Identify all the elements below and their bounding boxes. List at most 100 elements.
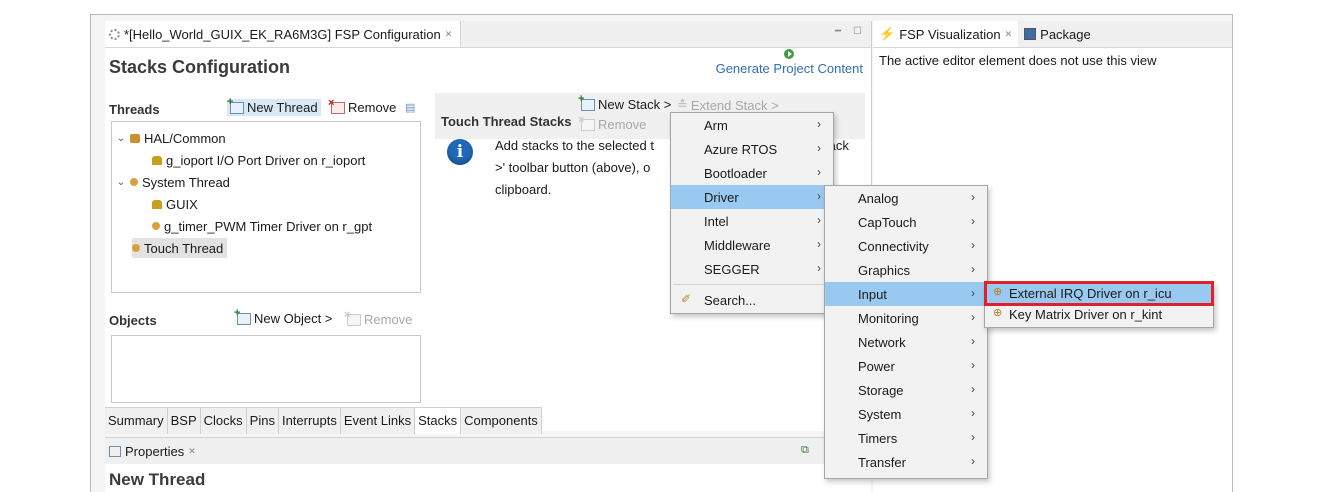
tab-stacks[interactable]: Stacks [415, 408, 462, 434]
tab-bsp[interactable]: BSP [168, 408, 201, 434]
menu-item-search[interactable]: ✐ Search... [671, 288, 833, 312]
properties-title: New Thread [109, 470, 206, 489]
menu-item-middleware[interactable]: Middleware › [671, 233, 833, 257]
tree-item-guix[interactable]: GUIX [152, 194, 198, 214]
info-line-2: >' toolbar button (above), o [495, 160, 651, 175]
tree-item-label: Touch Thread [144, 240, 224, 256]
close-icon[interactable]: ✕ [445, 29, 453, 40]
chevron-right-icon: › [817, 261, 821, 275]
chevron-right-icon: › [817, 165, 821, 179]
menu-item-arm[interactable]: Arm › [671, 113, 833, 137]
tree-item-g-ioport[interactable]: g_ioport I/O Port Driver on r_ioport [152, 150, 365, 170]
tree-item-g-timer-pwm[interactable]: g_timer_PWM Timer Driver on r_gpt [152, 216, 372, 236]
menu-item-azure-rtos[interactable]: Azure RTOS › [671, 137, 833, 161]
menu-item-storage[interactable]: Storage › [825, 378, 987, 402]
menu-item-graphics[interactable]: Graphics › [825, 258, 987, 282]
menu-label: Intel [704, 213, 729, 229]
driver-icon: ⊕ [993, 307, 1003, 319]
menu-label: CapTouch [858, 214, 917, 230]
tree-item-label: HAL/Common [144, 130, 226, 146]
new-window-icon[interactable]: ⧉ [801, 444, 809, 457]
menu-label: Key Matrix Driver on r_kint [1009, 307, 1163, 322]
menu-label: Search... [704, 292, 757, 308]
configuration-icon [109, 28, 120, 40]
chevron-right-icon: › [817, 141, 821, 155]
menu-label: System [858, 406, 902, 422]
editor-tab-title: *[Hello_World_GUIX_EK_RA6M3G] FSP Config… [124, 26, 441, 42]
tab-components[interactable]: Components [461, 408, 542, 434]
tab-summary[interactable]: Summary [105, 408, 168, 434]
extend-stack-button[interactable]: ≛ Extend Stack > [677, 97, 779, 113]
close-icon[interactable]: ✕ [1005, 29, 1013, 40]
close-icon[interactable]: ✕ [188, 446, 196, 457]
remove-stack-button[interactable]: Remove [578, 114, 646, 133]
tab-label: Package [1040, 26, 1091, 42]
menu-label: Arm [704, 117, 728, 133]
chevron-down-icon[interactable]: ⌄ [116, 177, 126, 188]
properties-tab[interactable]: Properties [125, 444, 184, 459]
driver-icon [152, 222, 160, 230]
plug-icon [130, 133, 140, 143]
new-thread-label: New Thread [247, 100, 318, 115]
tab-clocks[interactable]: Clocks [201, 408, 247, 434]
tab-fsp-visualization[interactable]: ⚡ FSP Visualization ✕ [873, 21, 1019, 47]
chevron-right-icon: › [817, 117, 821, 131]
tree-item-touch-thread[interactable]: Touch Thread [132, 238, 228, 258]
chevron-right-icon: › [971, 454, 975, 468]
info-line-3: clipboard. [495, 182, 552, 197]
tree-item-label: g_ioport I/O Port Driver on r_ioport [166, 152, 366, 168]
menu-item-transfer[interactable]: Transfer › [825, 450, 987, 474]
menu-item-timers[interactable]: Timers › [825, 426, 987, 450]
tree-item-hal-common[interactable]: ⌄ HAL/Common [116, 128, 226, 148]
menu-item-intel[interactable]: Intel › [671, 209, 833, 233]
editor-tab[interactable]: *[Hello_World_GUIX_EK_RA6M3G] FSP Config… [105, 21, 462, 47]
menu-item-power[interactable]: Power › [825, 354, 987, 378]
collapse-all-icon[interactable]: ▤ [405, 101, 415, 114]
menu-item-key-matrix-driver[interactable]: ⊕ Key Matrix Driver on r_kint [985, 304, 1213, 325]
remove-object-button[interactable]: Remove [344, 309, 412, 328]
menu-item-driver[interactable]: Driver › [671, 185, 833, 209]
properties-icon [109, 445, 121, 457]
menu-item-monitoring[interactable]: Monitoring › [825, 306, 987, 330]
menu-separator [673, 284, 831, 285]
menu-item-system[interactable]: System › [825, 402, 987, 426]
menu-item-segger[interactable]: SEGGER › [671, 257, 833, 281]
new-object-button[interactable]: New Object > [234, 307, 332, 327]
menu-item-analog[interactable]: Analog › [825, 186, 987, 210]
chevron-right-icon: › [971, 310, 975, 324]
new-thread-button[interactable]: New Thread [227, 96, 321, 116]
chevron-right-icon: › [817, 213, 821, 227]
tab-pins[interactable]: Pins [247, 408, 279, 434]
menu-item-bootloader[interactable]: Bootloader › [671, 161, 833, 185]
menu-label: Timers [858, 430, 898, 446]
tree-item-system-thread[interactable]: ⌄ System Thread [116, 172, 230, 192]
tree-item-label: GUIX [166, 196, 198, 212]
editor-page-tabs: Summary BSP Clocks Pins Interrupts Event… [105, 407, 542, 434]
menu-item-input[interactable]: Input › [825, 282, 987, 306]
chevron-down-icon[interactable]: ⌄ [116, 133, 126, 144]
generate-project-content-link[interactable]: Generate Project Content [716, 49, 863, 76]
maximize-icon[interactable]: ☐ [853, 26, 862, 37]
add-icon [234, 307, 251, 325]
remove-thread-button[interactable]: Remove [328, 97, 396, 116]
menu-label: Input [858, 286, 887, 302]
threads-title: Threads [109, 101, 160, 117]
menu-label: Storage [858, 382, 904, 398]
tab-package[interactable]: Package [1018, 21, 1097, 47]
properties-view: Properties ✕ ⧉ New Thread [105, 437, 875, 492]
thread-icon [132, 244, 140, 252]
stacks-title: Touch Thread Stacks [441, 113, 572, 129]
menu-item-captouch[interactable]: CapTouch › [825, 210, 987, 234]
new-stack-button[interactable]: New Stack > [578, 93, 672, 113]
menu-label: Analog [858, 190, 899, 206]
minimize-icon[interactable]: ━ [835, 26, 841, 37]
new-stack-label: New Stack > [598, 97, 672, 112]
add-icon [227, 96, 244, 114]
app-frame: *[Hello_World_GUIX_EK_RA6M3G] FSP Config… [90, 14, 1233, 492]
driver-icon [152, 155, 162, 165]
tab-event-links[interactable]: Event Links [341, 408, 416, 434]
tab-interrupts[interactable]: Interrupts [279, 408, 341, 434]
menu-item-connectivity[interactable]: Connectivity › [825, 234, 987, 258]
editor-tabbar: *[Hello_World_GUIX_EK_RA6M3G] FSP Config… [105, 21, 871, 48]
menu-item-network[interactable]: Network › [825, 330, 987, 354]
